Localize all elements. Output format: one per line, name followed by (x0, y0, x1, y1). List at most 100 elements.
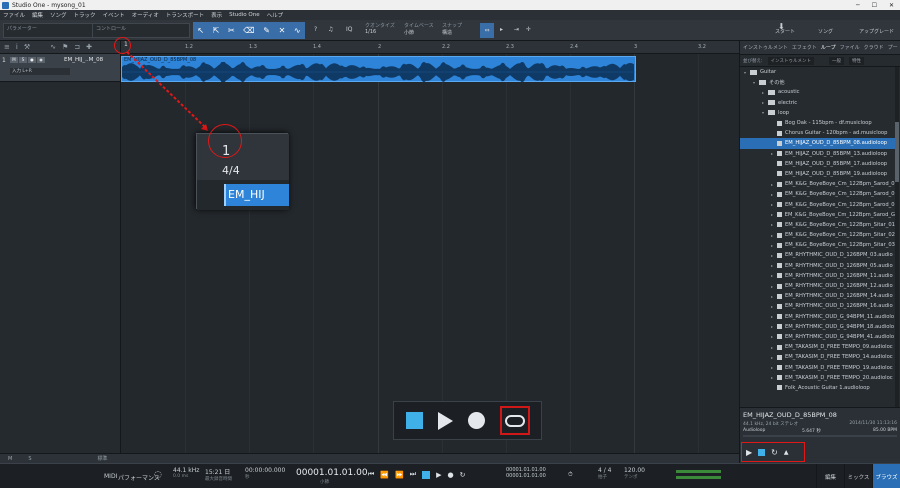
tab-instruments[interactable]: インストゥルメント (743, 44, 788, 51)
tree-file[interactable]: ▸ EM_TAKASIM_D_FREE TEMPO_20.audioloc (740, 373, 895, 383)
folder-icon (768, 100, 775, 106)
position-display[interactable]: 00001.01.01.00 (296, 468, 368, 478)
tree-file[interactable]: ▸ EM_K&G_BoyeBoye_Cm_122Bpm_Sarod_0 (740, 189, 895, 199)
loop-file-icon (777, 283, 782, 289)
browser-panel: インストゥルメント エフェクト ループ ファイル クラウド プー 並び替え: イ… (739, 41, 900, 463)
tab-cloud[interactable]: クラウド (864, 44, 884, 51)
tree-file[interactable]: ▸ EM_RHYTHMIC_OUD_D_126BPM_12.audio (740, 281, 895, 291)
tree-file[interactable]: ▸ EM_RHYTHMIC_OUD_D_126BPM_11.audio (740, 271, 895, 281)
preview-format: 44.1 kHz, 24 bit ステレオ (743, 422, 799, 427)
tree-folder[interactable]: ▾ loop (740, 108, 895, 118)
end-icon[interactable]: ⏭ (410, 470, 416, 479)
sort-select[interactable]: インストゥルメント (767, 56, 814, 65)
status-solo[interactable]: S (28, 456, 31, 462)
sample-rate: 44.1 kHz 0.0 ms (173, 467, 200, 479)
tree-file[interactable]: ▸ EM_RHYTHMIC_OUD_D_126BPM_14.audio (740, 291, 895, 301)
tempo-display[interactable]: 120.00 テンポ (624, 467, 645, 480)
zoom-time-signature: 4/4 (222, 164, 240, 177)
page-mix[interactable]: ミックス (844, 464, 872, 488)
tab-effects[interactable]: エフェクト (792, 44, 817, 51)
loop-button[interactable]: ↻ (460, 471, 466, 479)
preview-loop-icon[interactable]: ↻ (771, 448, 778, 457)
tree-file[interactable]: ▸ EM_RHYTHMIC_OUD_D_126BPM_03.audio (740, 250, 895, 260)
return-zero-icon[interactable]: ⏮ (368, 470, 374, 479)
preview-stop-icon[interactable] (758, 448, 766, 456)
tree-file[interactable]: ▸ EM_K&G_BoyeBoye_Cm_122Bpm_Sitar_02 (740, 230, 895, 240)
sort-general[interactable]: 一般 (828, 56, 844, 65)
loop-file-icon (777, 273, 782, 279)
tree-item-label: EM_TAKASIM_D_FREE TEMPO_09.audioloc (785, 344, 893, 351)
tree-file[interactable]: ▸ EM_HIJAZ_OUD_D_85BPM_13.audioloop (740, 149, 895, 159)
tree-file[interactable]: ▸ EM_K&G_BoyeBoye_Cm_122Bpm_Sarod_0 (740, 199, 895, 209)
preview-date: 2014/11/30 11:13:16 (849, 421, 897, 426)
tree-folder[interactable]: ▸ electric (740, 98, 895, 108)
preview-length: 5.647 秒 (802, 429, 821, 434)
tree-file[interactable]: ▸ EM_RHYTHMIC_OUD_G_94BPM_11.audiolo (740, 312, 895, 322)
tree-file[interactable]: ▸ EM_K&G_BoyeBoye_Cm_122Bpm_Sarod_0 (740, 179, 895, 189)
metronome-icon[interactable]: ⏱ (568, 471, 573, 479)
tree-file[interactable]: ▸ EM_K&G_BoyeBoye_Cm_122Bpm_Sitar_01 (740, 220, 895, 230)
preview-panel: EM_HIJAZ_OUD_D_85BPM_08 44.1 kHz, 24 bit… (740, 407, 900, 463)
zoom-preset[interactable]: 標準 (98, 455, 108, 462)
tree-file[interactable]: Chorus Guitar - 120bpm - ad.musicloop (740, 128, 895, 138)
position-unit: 小節 (320, 480, 329, 485)
tree-file[interactable]: EM_HIJAZ_OUD_D_85BPM_08.audioloop (740, 138, 895, 149)
browser-scrollbar[interactable] (895, 67, 899, 407)
tree-file[interactable]: ▸ EM_K&G_BoyeBoye_Cm_122Bpm_Sitar_03 (740, 240, 895, 250)
preview-play-icon[interactable]: ▶ (746, 448, 752, 457)
tree-folder[interactable]: ▾ その他 (740, 77, 895, 87)
preview-title: EM_HIJAZ_OUD_D_85BPM_08 (743, 411, 837, 419)
tree-file[interactable]: ▸ EM_RHYTHMIC_OUD_G_94BPM_41.audiolo (740, 332, 895, 342)
tree-folder[interactable]: ▾ Guitar (740, 67, 895, 77)
tree-item-label: EM_K&G_BoyeBoye_Cm_122Bpm_Sitar_02 (785, 232, 895, 239)
record-button[interactable]: ● (447, 471, 453, 479)
tree-item-label: EM_TAKASIM_D_FREE TEMPO_19.audioloc (785, 364, 893, 371)
scroll-thumb[interactable] (895, 122, 899, 182)
tree-item-label: EM_RHYTHMIC_OUD_D_126BPM_03.audio (785, 252, 893, 259)
tree-item-label: EM_RHYTHMIC_OUD_D_126BPM_11.audio (785, 272, 893, 279)
tree-file[interactable]: ▸ EM_RHYTHMIC_OUD_G_94BPM_18.audiolo (740, 322, 895, 332)
loop-file-icon (777, 303, 782, 309)
tree-file[interactable]: EM_HIJAZ_OUD_D_85BPM_19.audioloop (740, 169, 895, 179)
loop-file-icon (777, 293, 782, 299)
page-edit[interactable]: 編集 (816, 464, 844, 488)
tree-item-label: Bog Oak - 115bpm - df.musicloop (785, 120, 872, 127)
tree-file[interactable]: ▸ EM_RHYTHMIC_OUD_D_126BPM_05.audio (740, 261, 895, 271)
sort-label: 並び替え: (743, 58, 763, 64)
tab-files[interactable]: ファイル (840, 44, 860, 51)
loop-file-icon (777, 161, 782, 167)
tree-item-label: Chorus Guitar - 120bpm - ad.musicloop (785, 130, 888, 137)
tab-loops[interactable]: ループ (821, 44, 836, 51)
loop-file-icon (777, 191, 782, 197)
stop-button[interactable] (422, 470, 431, 479)
sort-attribute[interactable]: 特性 (848, 56, 864, 65)
preview-volume-icon[interactable]: ▲ (784, 449, 789, 456)
tree-file[interactable]: ▸ EM_TAKASIM_D_FREE TEMPO_09.audioloc (740, 342, 895, 352)
rewind-icon[interactable]: ⏪ (380, 471, 389, 479)
tree-folder[interactable]: ▸ acoustic (740, 87, 895, 97)
tree-item-label: EM_K&G_BoyeBoye_Cm_122Bpm_Sarod_0 (785, 191, 895, 198)
tree-item-label: EM_RHYTHMIC_OUD_G_94BPM_41.audiolo (785, 333, 894, 340)
loop-file-icon (777, 375, 782, 381)
forward-icon[interactable]: ⏩ (395, 471, 404, 479)
tree-file[interactable]: ▸ EM_RHYTHMIC_OUD_D_126BPM_16.audio (740, 301, 895, 311)
page-tabs: 編集 ミックス ブラウズ (816, 464, 900, 488)
page-browse[interactable]: ブラウズ (872, 464, 900, 488)
tree-file[interactable]: Bog Oak - 115bpm - df.musicloop (740, 118, 895, 128)
tree-file[interactable]: EM_HIJAZ_OUD_D_85BPM_17.audioloop (740, 159, 895, 169)
tab-pool[interactable]: プー (888, 44, 898, 51)
loop-file-icon (777, 171, 782, 177)
tree-file[interactable]: ▸ EM_K&G_BoyeBoye_Cm_122Bpm_Sarod_G (740, 210, 895, 220)
play-button[interactable]: ▶ (436, 471, 441, 479)
loop-file-icon (777, 324, 782, 330)
tree-item-label: EM_TAKASIM_D_FREE TEMPO_20.audioloc (785, 374, 893, 381)
tree-file[interactable]: ▸ EM_TAKASIM_D_FREE TEMPO_14.audioloc (740, 352, 895, 362)
tree-file[interactable]: ▸ EM_TAKASIM_D_FREE TEMPO_19.audioloc (740, 362, 895, 372)
tree-item-label: EM_HIJAZ_OUD_D_85BPM_08.audioloop (785, 140, 888, 147)
midi-indicator: MIDI (104, 473, 118, 480)
stop-icon (405, 412, 423, 429)
tree-file[interactable]: Folk_Acoustic Guitar 1.audioloop (740, 383, 895, 393)
transport-bar: MIDI パフォーマンス ◌ 44.1 kHz 0.0 ms 15:21 日 最… (0, 463, 900, 488)
status-mute[interactable]: M (8, 456, 12, 462)
time-signature[interactable]: 4 / 4 拍子 (598, 467, 611, 480)
